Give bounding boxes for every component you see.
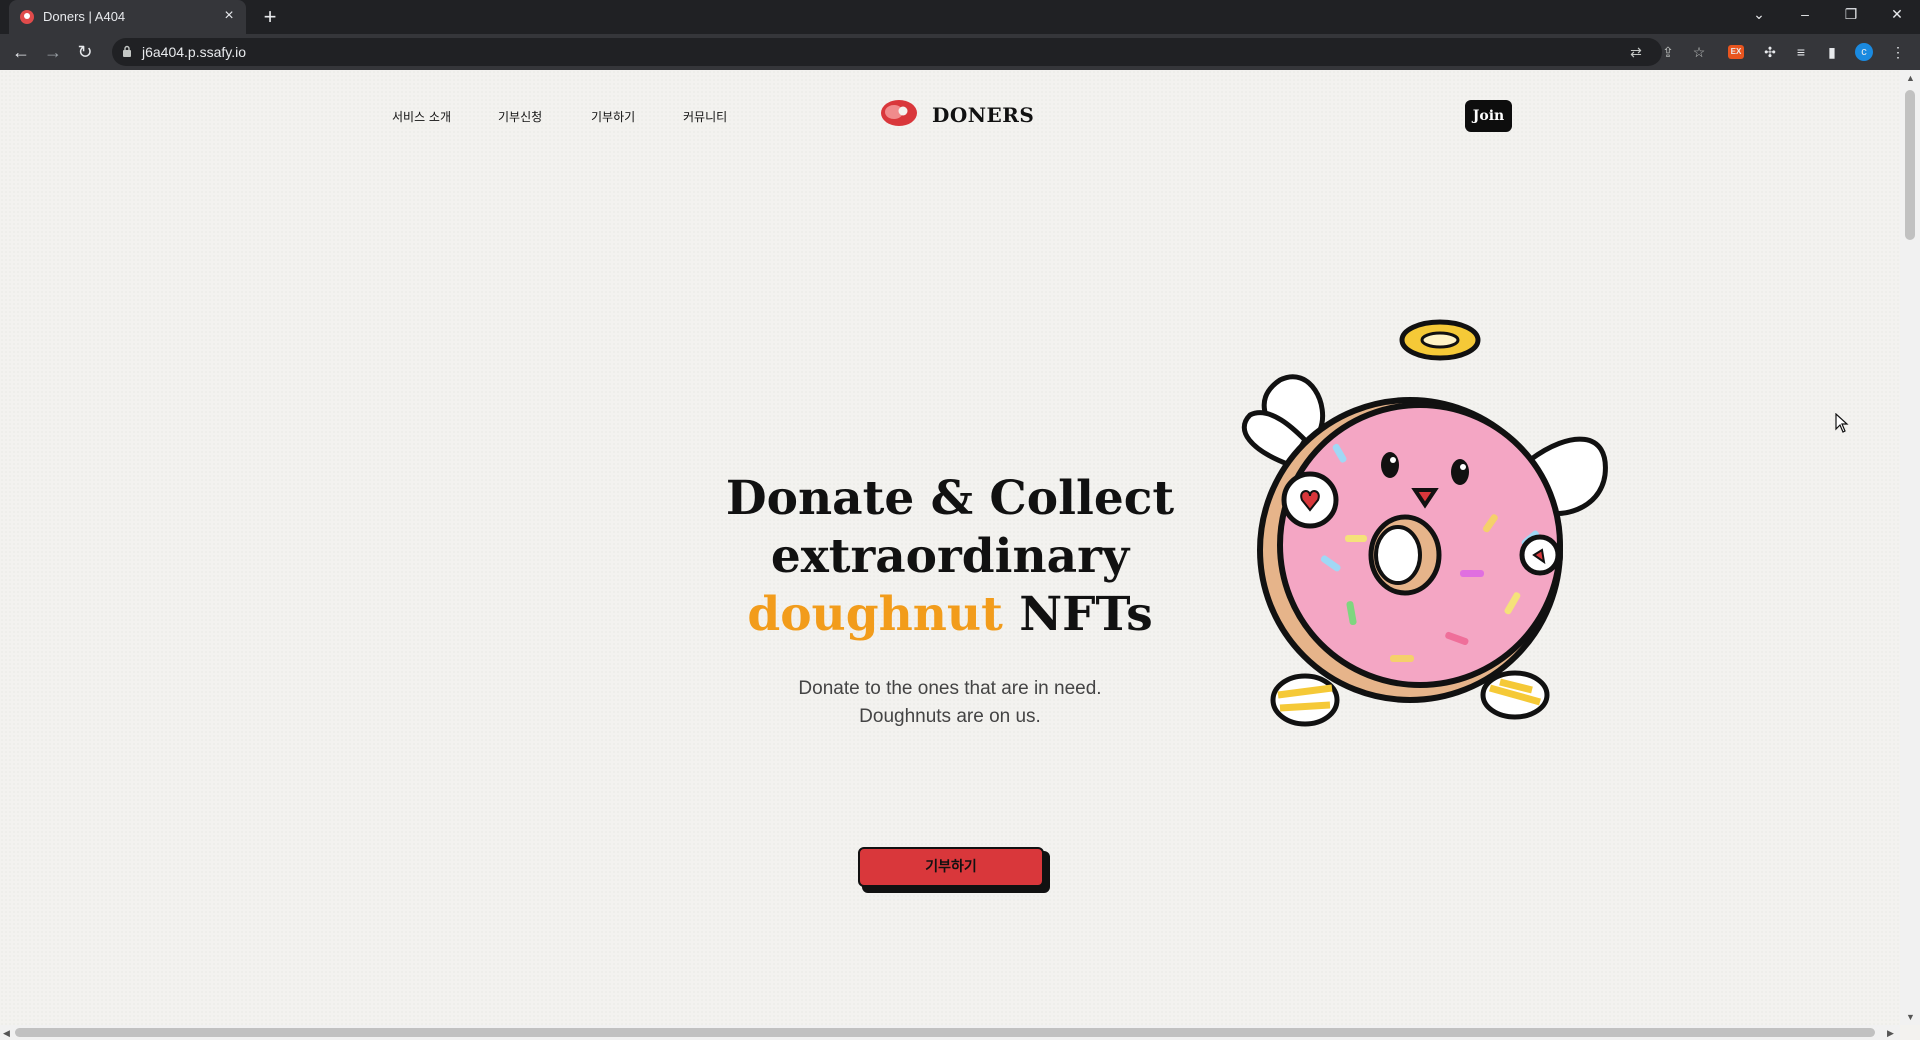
scroll-down-icon[interactable]: ▼	[1906, 1012, 1915, 1022]
vertical-scroll-thumb[interactable]	[1905, 90, 1915, 240]
hero-subtitle-line1: Donate to the ones that are in need.	[798, 678, 1102, 699]
address-bar[interactable]: j6a404.p.ssafy.io ⇄ ⇪ ☆	[112, 38, 1705, 66]
extension-icon[interactable]: EX	[1728, 45, 1744, 59]
bookmark-star-icon[interactable]: ☆	[1690, 43, 1708, 61]
horizontal-scrollbar[interactable]: ◀ ▶	[0, 1025, 1900, 1040]
hero-subtitle: Donate to the ones that are in need. Dou…	[700, 675, 1200, 731]
tab-title: Doners | A404	[43, 9, 126, 24]
browser-tab[interactable]: Doners | A404 ×	[9, 0, 246, 34]
hero-subtitle-line2: Doughnuts are on us.	[859, 706, 1041, 727]
browser-toolbar: ← → ↻ j6a404.p.ssafy.io ⇄ ⇪ ☆ EX ✣ ≡ ▮ c…	[0, 34, 1920, 70]
lock-icon	[123, 45, 131, 57]
page-viewport: 서비스 소개 기부신청 기부하기 커뮤니티 DONERS Join Donate…	[0, 70, 1900, 1025]
side-panel-icon[interactable]: ▮	[1822, 42, 1842, 62]
donate-cta-button[interactable]: 기부하기	[858, 847, 1044, 887]
vertical-scrollbar[interactable]: ▲ ▼	[1900, 70, 1920, 1025]
mouse-cursor-icon	[1835, 413, 1849, 433]
horizontal-scroll-thumb[interactable]	[15, 1028, 1875, 1037]
hero-title: Donate & Collect extraordinary doughnut …	[700, 470, 1200, 644]
close-tab-icon[interactable]: ×	[220, 7, 238, 25]
menu-kebab-icon[interactable]: ⋮	[1888, 42, 1908, 62]
back-icon[interactable]: ←	[9, 40, 33, 64]
profile-avatar[interactable]: c	[1855, 43, 1873, 61]
hero-title-line3: doughnut NFTs	[700, 586, 1200, 644]
browser-tab-strip: Doners | A404 × + ⌄ – ❐ ✕	[0, 0, 1920, 34]
hero-title-rest: NFTs	[1019, 587, 1153, 642]
share-icon[interactable]: ⇪	[1659, 43, 1677, 61]
angel-doughnut-illustration	[1241, 319, 1608, 727]
join-button[interactable]: Join	[1465, 100, 1512, 132]
hero-title-accent: doughnut	[747, 587, 1003, 642]
scroll-left-icon[interactable]: ◀	[3, 1028, 10, 1038]
url-text: j6a404.p.ssafy.io	[142, 44, 247, 60]
nav-link-service[interactable]: 서비스 소개	[392, 108, 451, 125]
translate-icon[interactable]: ⇄	[1627, 43, 1645, 61]
media-control-icon[interactable]: ≡	[1791, 42, 1811, 62]
extensions-puzzle-icon[interactable]: ✣	[1760, 42, 1780, 62]
tab-search-icon[interactable]: ⌄	[1736, 0, 1782, 28]
hero-title-line1: Donate & Collect	[725, 471, 1175, 526]
forward-icon[interactable]: →	[41, 40, 65, 64]
scroll-up-icon[interactable]: ▲	[1906, 73, 1915, 83]
nav-link-community[interactable]: 커뮤니티	[683, 108, 727, 125]
nav-link-donate[interactable]: 기부하기	[591, 108, 635, 125]
scroll-right-icon[interactable]: ▶	[1887, 1028, 1894, 1038]
close-window-button[interactable]: ✕	[1874, 0, 1920, 28]
favicon-icon	[20, 10, 34, 24]
nav-link-apply[interactable]: 기부신청	[498, 108, 542, 125]
reload-icon[interactable]: ↻	[73, 40, 97, 64]
restore-button[interactable]: ❐	[1828, 0, 1874, 28]
new-tab-button[interactable]: +	[257, 4, 283, 30]
hero-title-line2: extraordinary	[770, 529, 1130, 584]
logo-text: DONERS	[932, 103, 1035, 127]
minimize-button[interactable]: –	[1782, 0, 1828, 28]
doners-logo-icon	[881, 100, 917, 126]
